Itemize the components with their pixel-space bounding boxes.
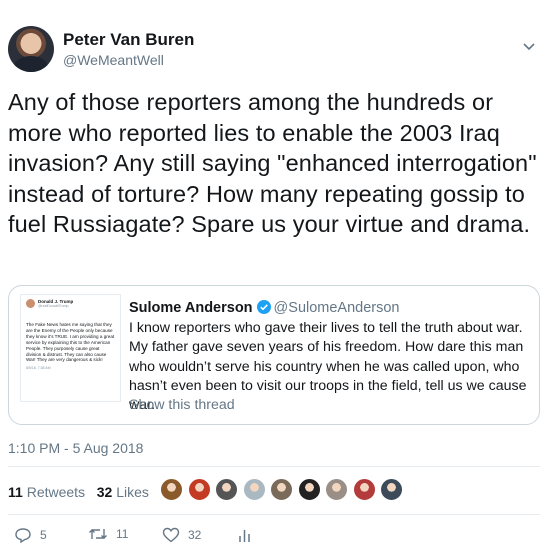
verified-badge-icon <box>256 300 271 314</box>
image-author-handle: @realDonaldTrump <box>38 304 69 308</box>
reply-icon <box>15 528 31 543</box>
like-count: 32 <box>188 528 202 542</box>
author-avatar[interactable] <box>8 26 54 72</box>
quoted-author-handle[interactable]: @SulomeAnderson <box>274 300 400 316</box>
liker-avatar[interactable] <box>242 478 266 501</box>
liker-avatars <box>160 478 408 506</box>
tweet-timestamp[interactable]: 1:10 PM - 5 Aug 2018 <box>8 440 143 456</box>
liker-avatar[interactable] <box>352 478 376 501</box>
liker-avatar[interactable] <box>215 478 238 501</box>
reply-button[interactable]: 5 <box>14 527 47 543</box>
quoted-author[interactable]: Sulome Anderson @SulomeAnderson <box>129 300 400 316</box>
liker-avatar[interactable] <box>380 478 403 501</box>
engagement-stats: 11 Retweets 32 Likes <box>8 484 149 500</box>
chevron-down-icon[interactable] <box>522 42 536 52</box>
retweets-label: Retweets <box>26 484 86 500</box>
heart-icon <box>162 527 180 543</box>
tweet-text: Any of those reporters among the hundred… <box>8 89 537 237</box>
quoted-tweet[interactable]: Donald J. Trump @realDonaldTrump The Fak… <box>8 285 540 425</box>
liker-avatar[interactable] <box>270 478 293 501</box>
quoted-tweet-image[interactable]: Donald J. Trump @realDonaldTrump The Fak… <box>20 294 121 402</box>
show-thread-link[interactable]: Show this thread <box>129 397 235 413</box>
retweet-count: 11 <box>116 527 129 541</box>
liker-avatar[interactable] <box>325 478 348 501</box>
author-name[interactable]: Peter Van Buren <box>63 30 194 50</box>
image-date: 8/5/18, 7:38 AM <box>26 366 51 371</box>
retweet-button[interactable]: 11 <box>88 527 128 541</box>
likes-count: 32 <box>96 484 113 500</box>
retweet-icon <box>89 529 107 539</box>
quoted-author-name[interactable]: Sulome Anderson <box>129 300 253 316</box>
divider <box>8 514 540 515</box>
analytics-button[interactable] <box>238 527 252 543</box>
analytics-icon <box>239 530 250 542</box>
retweets-stat[interactable]: 11 Retweets <box>8 484 85 500</box>
tweet-header: Peter Van Buren @WeMeantWell <box>0 0 550 80</box>
retweets-count: 11 <box>8 484 23 500</box>
image-avatar <box>26 299 35 308</box>
tweet-actions: 5 11 32 <box>8 527 540 547</box>
liker-avatar[interactable] <box>160 478 183 501</box>
reply-count: 5 <box>40 528 47 542</box>
likes-stat[interactable]: 32 Likes <box>97 484 149 500</box>
image-body-text: The Fake News hates me saying that they … <box>26 322 115 363</box>
author-handle[interactable]: @WeMeantWell <box>63 52 164 68</box>
liker-avatar[interactable] <box>297 478 321 501</box>
like-button[interactable]: 32 <box>162 527 201 543</box>
liker-avatar[interactable] <box>187 478 211 501</box>
likes-label: Likes <box>116 484 149 500</box>
divider <box>8 466 540 467</box>
